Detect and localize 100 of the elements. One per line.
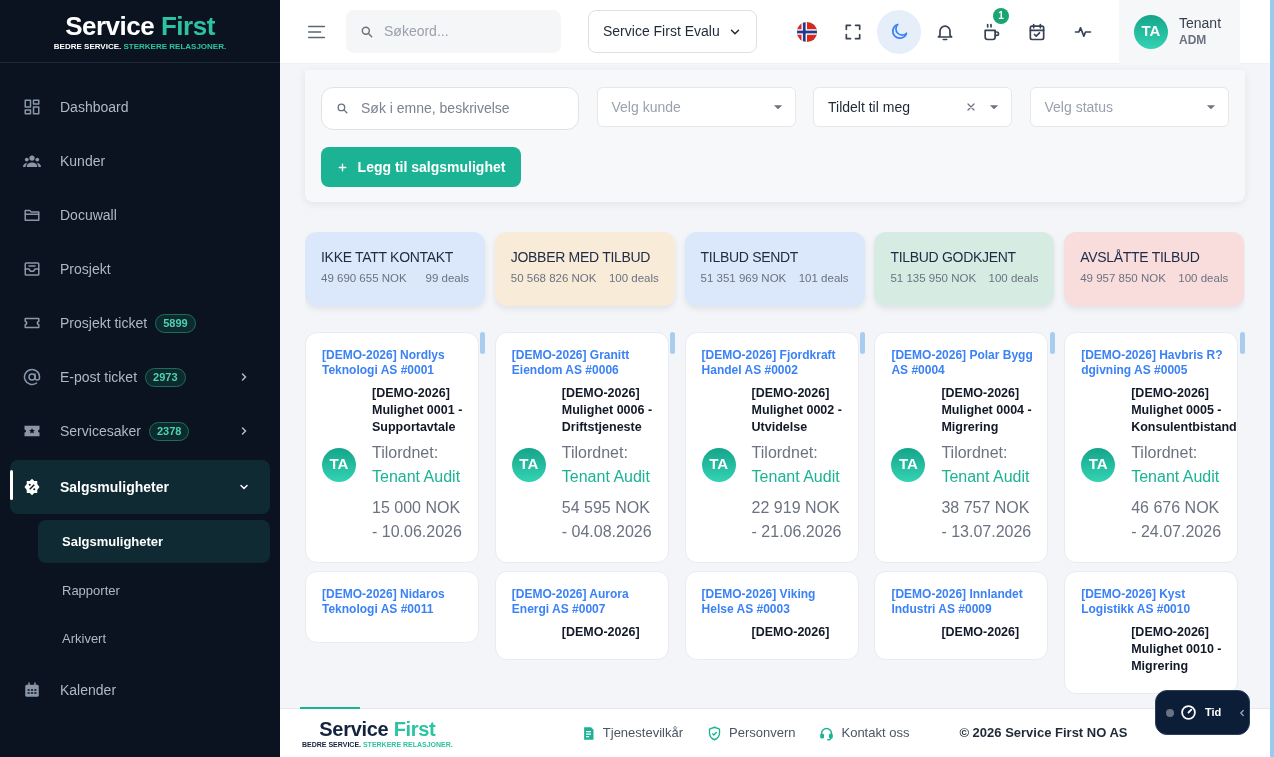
- submenu-item[interactable]: Salgsmuligheter: [38, 520, 270, 563]
- customer-link[interactable]: [DEMO-2026] Granitt Eiendom AS #0006: [511, 348, 662, 378]
- sidebar-item[interactable]: Servicesaker 2378: [10, 404, 270, 458]
- scrollbar-thumb: [670, 332, 676, 354]
- coffee-cup-icon: [981, 21, 1001, 42]
- sidebar-item[interactable]: Docuwall: [10, 188, 270, 242]
- assignee-avatar: TA: [511, 447, 546, 482]
- sidebar-item[interactable]: E-post ticket 2973: [10, 350, 270, 404]
- stage-amount: 51 351 969 NOK: [700, 271, 787, 286]
- deal-count: 100 deals: [1178, 271, 1229, 286]
- deal-count: 101 deals: [798, 271, 849, 286]
- deal-value: 38 757 NOK - 13.07.2026: [941, 498, 1033, 542]
- assignee-name: Tenant Audit: [1131, 467, 1221, 487]
- sidebar-item[interactable]: Prosjekt ticket 5899: [10, 296, 270, 350]
- customer-link[interactable]: [DEMO-2026] Viking Helse AS #0003: [701, 587, 852, 617]
- filter-dropdown[interactable]: Tildelt til meg: [813, 87, 1012, 127]
- sidebar-item[interactable]: Dashboard: [10, 80, 270, 134]
- discount-badge-icon: [23, 478, 41, 496]
- deal-card[interactable]: [DEMO-2026] Innlandet Industri AS #0009 [DEMO-2026]: [874, 571, 1049, 660]
- deal-value: 22 919 NOK - 21.06.2026: [751, 498, 843, 542]
- assignee-avatar: TA: [1081, 447, 1116, 482]
- deal-card[interactable]: [DEMO-2026] Viking Helse AS #0003 [DEMO-2026]: [684, 571, 859, 660]
- headset-icon: [819, 725, 835, 741]
- deal-title: [DEMO-2026]: [561, 624, 640, 641]
- clear-icon[interactable]: [965, 101, 977, 113]
- menu-label: Salgsmuligheter: [60, 477, 169, 497]
- stage-amount: 49 690 655 NOK: [321, 271, 407, 286]
- search-icon: [336, 102, 349, 115]
- deal-card[interactable]: [DEMO-2026] Granitt Eiendom AS #0006 TA [DEMO-2026] Mulighet 0006 - Driftstjeneste Tilordnet: Tenant Audit 54 595 NOK - 04.08.2026: [494, 332, 669, 563]
- gauge-icon: [1180, 704, 1197, 721]
- footer-link[interactable]: Personvern: [707, 723, 796, 743]
- deal-card[interactable]: [DEMO-2026] Fjordkraft Handel AS #0002 TA [DEMO-2026] Mulighet 0002 - Utvidelse Tilordnet: Tenant Audit 22 919 NOK - 21.06.2026: [684, 332, 859, 563]
- customer-link[interactable]: [DEMO-2026] Innlandet Industri AS #0009: [891, 587, 1042, 617]
- calendar-icon: [23, 681, 41, 699]
- at-sign-icon: [23, 368, 41, 386]
- customer-link[interactable]: [DEMO-2026] Fjordkraft Handel AS #0002: [701, 348, 852, 378]
- scrollbar-thumb: [480, 332, 486, 354]
- plus-icon: [336, 161, 348, 173]
- shield-check-icon: [707, 725, 722, 741]
- count-badge: 2378: [148, 421, 190, 441]
- copyright-text: © 2026 Service First NO AS: [959, 724, 1128, 743]
- stage-title: IKKE TATT KONTAKT: [321, 248, 455, 266]
- menu-label: Dashboard: [60, 97, 129, 117]
- sidebar-item[interactable]: Salgsmuligheter: [10, 460, 270, 514]
- deal-title: [DEMO-2026] Mulighet 0002 - Utvidelse: [751, 385, 843, 436]
- deal-count: 100 deals: [608, 271, 659, 286]
- assignee-name: Tenant Audit: [372, 467, 462, 487]
- calendar-check-icon: [1027, 21, 1047, 42]
- scrollbar-thumb: [1049, 332, 1055, 354]
- deal-card[interactable]: [DEMO-2026] Havbris R?dgivning AS #0005 TA [DEMO-2026] Mulighet 0005 - Konsulentbistand Tilordnet: Tenant Audit 46 676 NOK - 24.07.2026: [1064, 332, 1239, 563]
- footer-link[interactable]: Tjenestevilkår: [580, 723, 683, 743]
- scrollbar-thumb: [859, 332, 865, 354]
- customer-link[interactable]: [DEMO-2026] Nordlys Teknologi AS #0001: [322, 348, 472, 378]
- count-badge: 5899: [155, 313, 196, 333]
- deal-card[interactable]: [DEMO-2026] Nidaros Teknologi AS #0011: [305, 571, 479, 643]
- footer-link[interactable]: Kontakt oss: [819, 723, 910, 743]
- submenu-item[interactable]: Arkivert: [38, 615, 270, 663]
- stage-title: JOBBER MED TILBUD: [510, 248, 652, 266]
- deal-card[interactable]: [DEMO-2026] Nordlys Teknologi AS #0001 TA [DEMO-2026] Mulighet 0001 - Supportavtale Tilordnet: Tenant Audit 15 000 NOK - 10.06.2026: [305, 332, 479, 563]
- menu-label: E-post ticket: [60, 367, 138, 387]
- sidebar-item[interactable]: Kalender: [10, 663, 270, 717]
- customer-link[interactable]: [DEMO-2026] Havbris R?dgivning AS #0005: [1081, 348, 1232, 378]
- menu-label: Servicesaker: [60, 421, 141, 441]
- deal-card[interactable]: [DEMO-2026] Kyst Logistikk AS #0010 [DEMO-2026] Mulighet 0010 - Migrering: [1064, 571, 1239, 694]
- stage-title: TILBUD GODKJENT: [890, 248, 1017, 266]
- deal-title: [DEMO-2026] Mulighet 0004 - Migrering: [941, 385, 1033, 436]
- deal-card[interactable]: [DEMO-2026] Polar Bygg AS #0004 TA [DEMO-2026] Mulighet 0004 - Migrering Tilordnet: Tenant Audit 38 757 NOK - 13.07.2026: [874, 332, 1049, 563]
- user-menu[interactable]: TA Tenant ADM: [1119, 0, 1240, 64]
- stage-title: AVSLÅTTE TILBUD: [1080, 248, 1201, 266]
- user-role: ADM: [1179, 32, 1208, 48]
- deal-title: [DEMO-2026] Mulighet 0006 - Driftstjeneste: [561, 385, 654, 436]
- stage-amount: 50 568 826 NOK: [510, 271, 597, 286]
- deal-title: [DEMO-2026]: [751, 624, 830, 641]
- search-icon: [360, 24, 374, 39]
- deal-title: [DEMO-2026] Mulighet 0005 - Konsulentbistand: [1131, 385, 1238, 436]
- deal-count: 99 deals: [425, 271, 469, 286]
- user-avatar: TA: [1134, 14, 1168, 49]
- deal-title: [DEMO-2026] Mulighet 0001 - Supportavtale: [372, 385, 464, 436]
- assigned-label: Tilordnet:: [372, 443, 440, 463]
- timer-label: Tid: [1205, 705, 1222, 721]
- sidebar-item[interactable]: Kunder: [10, 134, 270, 188]
- search-field[interactable]: Søk i emne, beskrivelse: [321, 87, 579, 130]
- assignee-avatar: TA: [891, 447, 926, 482]
- customer-link[interactable]: [DEMO-2026] Nidaros Teknologi AS #0011: [322, 587, 472, 617]
- assignee-avatar: TA: [322, 447, 356, 482]
- workspace-dropdown[interactable]: Service First Evalu: [588, 10, 757, 53]
- submenu-item[interactable]: Rapporter: [38, 567, 270, 615]
- deal-value: 15 000 NOK - 10.06.2026: [372, 498, 463, 542]
- menu-label: Kalender: [60, 680, 117, 700]
- customer-link[interactable]: [DEMO-2026] Kyst Logistikk AS #0010: [1081, 587, 1232, 617]
- count-badge: 2973: [145, 367, 186, 387]
- deal-card[interactable]: [DEMO-2026] Aurora Energi AS #0007 [DEMO-2026]: [494, 571, 669, 660]
- timer-widget[interactable]: Tid: [1155, 690, 1250, 735]
- deal-title: [DEMO-2026] Mulighet 0010 - Migrering: [1131, 624, 1223, 675]
- customer-link[interactable]: [DEMO-2026] Polar Bygg AS #0004: [891, 348, 1042, 378]
- count-badge: 1: [993, 7, 1009, 24]
- customer-link[interactable]: [DEMO-2026] Aurora Energi AS #0007: [511, 587, 662, 617]
- sidebar-item[interactable]: Prosjekt: [10, 242, 270, 296]
- assigned-label: Tilordnet:: [941, 443, 1009, 463]
- assigned-label: Tilordnet:: [751, 443, 819, 463]
